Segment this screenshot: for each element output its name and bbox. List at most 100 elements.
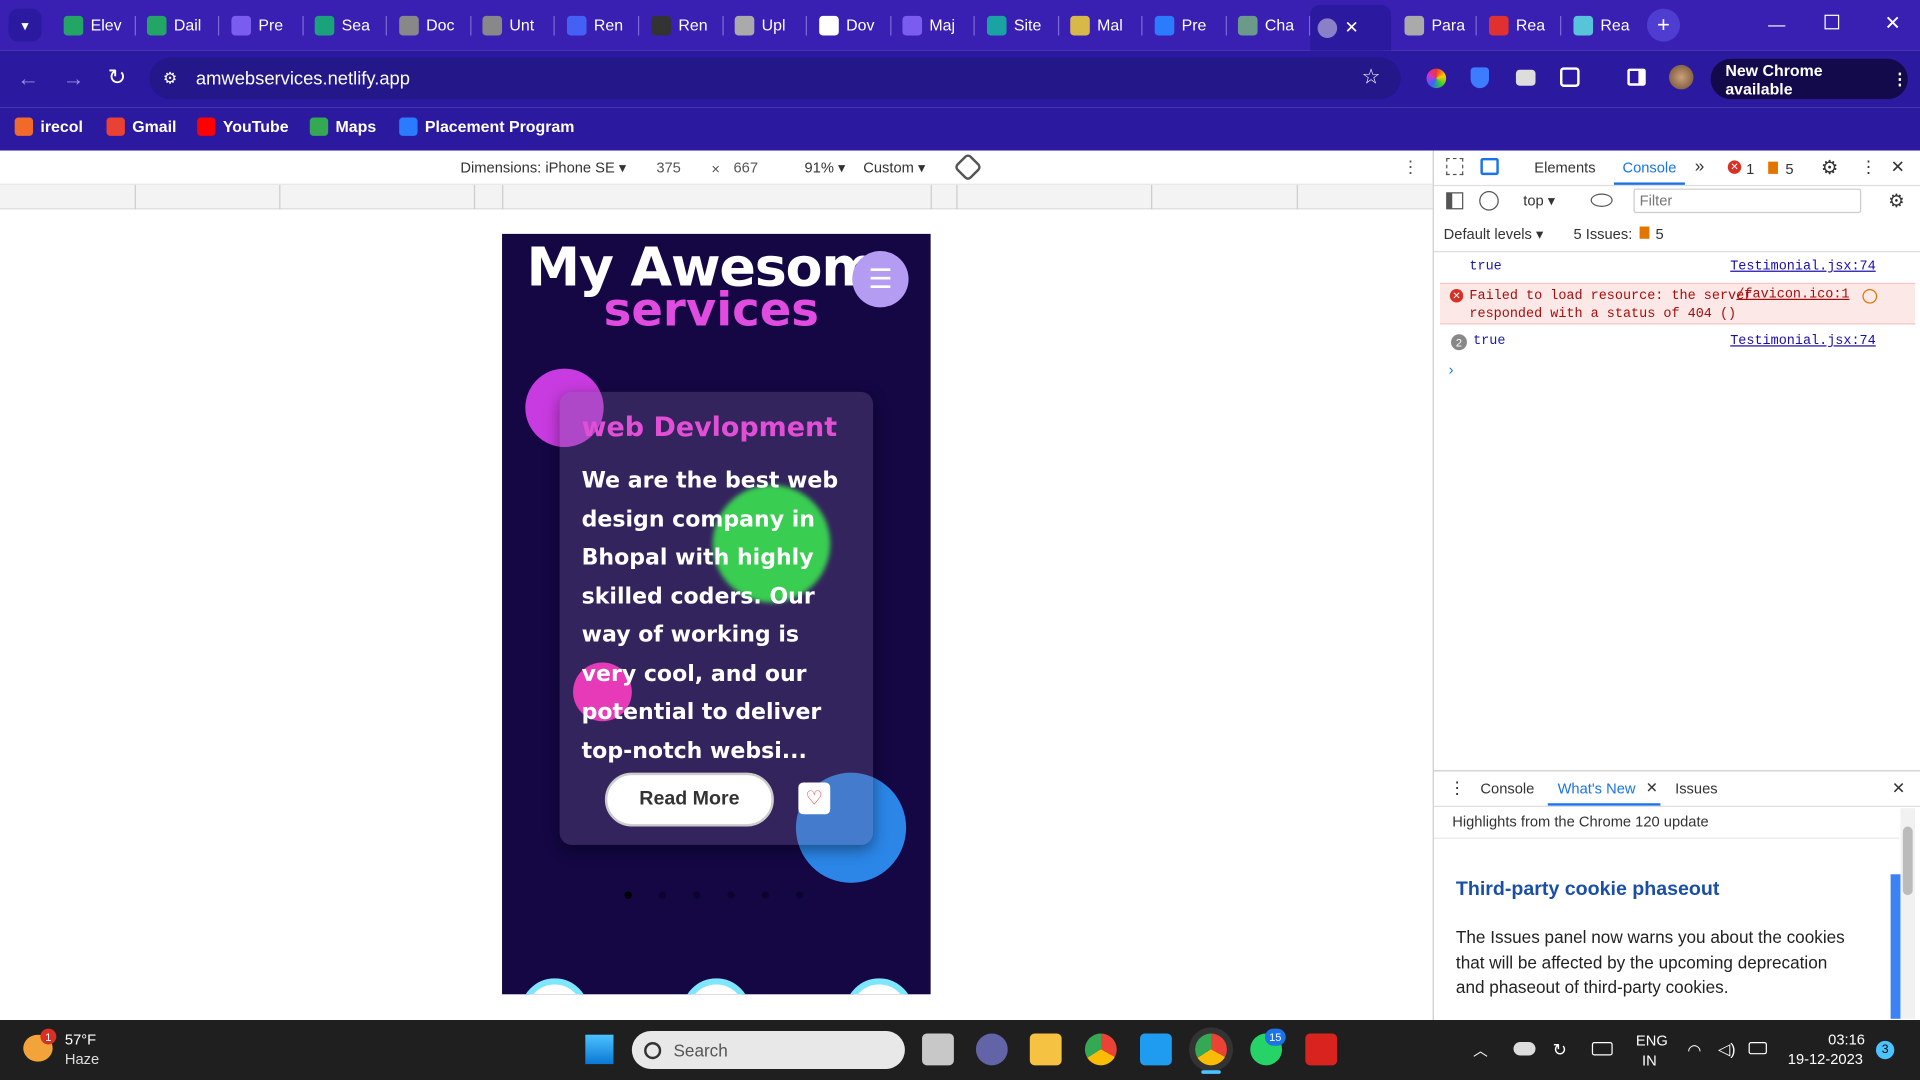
bookmark-item[interactable]: irecol (14, 115, 83, 137)
star-icon[interactable]: ☆ (1362, 65, 1381, 89)
inspect-icon[interactable] (1446, 157, 1464, 176)
drawer-close-icon[interactable]: ✕ (1892, 779, 1905, 799)
log-source-link[interactable]: Testimonial.jsx:74 (1730, 260, 1876, 275)
volume-icon[interactable]: ◁) (1718, 1040, 1736, 1060)
drawer-tab-issues[interactable]: Issues (1675, 780, 1717, 797)
menu-button[interactable]: ☰ (852, 251, 909, 308)
lang-primary[interactable]: ENG (1636, 1032, 1668, 1049)
issues-label[interactable]: 5 Issues: (1573, 225, 1632, 242)
tab-elements[interactable]: Elements (1534, 159, 1595, 176)
throttle-select[interactable]: Custom ▾ (863, 159, 925, 176)
clock-time[interactable]: 03:16 (1828, 1031, 1865, 1048)
zoom-select[interactable]: 91% ▾ (804, 159, 845, 176)
browser-tab[interactable]: Para (1397, 9, 1473, 42)
drawer-tab-console[interactable]: Console (1480, 780, 1534, 797)
browser-tab[interactable]: Unt (475, 9, 551, 42)
error-icon[interactable]: ✕ (1727, 160, 1742, 174)
cloud-icon[interactable] (1513, 1042, 1536, 1056)
shield-icon[interactable] (1470, 67, 1489, 89)
weather-temp[interactable]: 57°F (65, 1031, 96, 1048)
carousel-dot[interactable] (761, 891, 769, 899)
height-input[interactable]: 667 (733, 159, 758, 176)
new-tab-button[interactable]: + (1646, 8, 1681, 42)
notification-badge[interactable]: 3 (1875, 1040, 1895, 1060)
chevron-up-icon[interactable]: ︿ (1473, 1040, 1488, 1061)
device-mode-icon[interactable] (1480, 157, 1499, 176)
filter-input[interactable] (1633, 188, 1862, 214)
keyboard-icon[interactable] (1591, 1042, 1613, 1056)
browser-tab[interactable]: Dov (812, 9, 888, 42)
forward-icon[interactable]: → (62, 66, 84, 92)
side-panel-icon[interactable] (1627, 68, 1646, 86)
carousel-dot[interactable] (795, 891, 804, 899)
taskbar-search[interactable]: Search (631, 1031, 905, 1069)
device-more-icon[interactable]: ⋮ (1402, 157, 1419, 178)
tab-console[interactable]: Console (1622, 159, 1676, 176)
chrome-icon[interactable] (1084, 1033, 1117, 1066)
browser-tab[interactable]: Elev (56, 9, 132, 42)
context-select[interactable]: top ▾ (1523, 192, 1555, 209)
drawer-menu-icon[interactable]: ⋮ (1449, 778, 1466, 799)
tab-active[interactable]: ✕ (1310, 4, 1392, 51)
battery-icon[interactable] (1748, 1042, 1767, 1055)
back-icon[interactable]: ← (17, 66, 39, 92)
clear-console-icon[interactable] (1479, 191, 1499, 211)
windows-start-icon[interactable] (584, 1034, 614, 1065)
levels-select[interactable]: Default levels ▾ (1444, 225, 1544, 242)
browser-tab[interactable]: Ren (644, 9, 720, 42)
browser-tab[interactable]: Maj (895, 9, 971, 42)
minimize-button[interactable]: — (1768, 15, 1785, 35)
bookmark-item[interactable]: YouTube (197, 115, 289, 137)
width-input[interactable]: 375 (656, 159, 681, 176)
issue-flag-icon[interactable] (1768, 161, 1778, 174)
browser-tab[interactable]: Cha (1231, 9, 1307, 42)
browser-tab[interactable]: Upl (727, 9, 803, 42)
log-source-link[interactable]: Testimonial.jsx:74 (1730, 334, 1876, 349)
sync-icon[interactable]: ↻ (1553, 1040, 1567, 1061)
close-window-button[interactable]: ✕ (1885, 11, 1901, 35)
browser-tab[interactable]: Site (980, 9, 1056, 42)
carousel-dot[interactable] (658, 891, 667, 899)
clock-date[interactable]: 19-12-2023 (1788, 1051, 1863, 1068)
restore-button[interactable] (1824, 14, 1840, 30)
wifi-icon[interactable]: ◠ (1687, 1041, 1701, 1061)
folder-icon[interactable] (1029, 1033, 1062, 1066)
url-text[interactable]: amwebservices.netlify.app (196, 69, 410, 90)
new-chrome-button[interactable]: New Chrome available ⋮ (1710, 58, 1908, 100)
device-select[interactable]: Dimensions: iPhone SE ▾ (460, 159, 626, 176)
site-info-icon[interactable]: ⚙ (163, 69, 177, 89)
settings-icon[interactable]: ⚙ (1821, 156, 1839, 180)
close-icon[interactable]: ✕ (1345, 17, 1359, 38)
tab-search-button[interactable]: ▾ (8, 8, 42, 42)
vscode-icon[interactable] (1140, 1033, 1172, 1066)
browser-tab[interactable]: Ren (560, 9, 636, 42)
browser-tab[interactable]: Dail (140, 9, 216, 42)
avatar[interactable] (1668, 64, 1694, 90)
browser-tab[interactable]: Doc (392, 9, 468, 42)
bookmark-item[interactable]: Maps (309, 115, 376, 137)
carousel-dot[interactable] (624, 891, 632, 899)
scrollbar-thumb[interactable] (1902, 826, 1913, 896)
bookmark-item[interactable]: Placement Program (399, 115, 574, 137)
browser-tab[interactable]: Pre (224, 9, 300, 42)
browser-tab[interactable]: Sea (307, 9, 383, 42)
browser-tab[interactable]: Pre (1147, 9, 1223, 42)
network-icon[interactable] (1862, 288, 1878, 304)
heart-icon[interactable]: ♡ (798, 782, 831, 815)
console-prompt[interactable]: › (1449, 361, 1454, 378)
browser-tab[interactable]: Rea (1566, 9, 1642, 42)
acrobat-icon[interactable] (1305, 1033, 1338, 1066)
bookmark-item[interactable]: Gmail (106, 115, 176, 137)
teams-icon[interactable] (975, 1033, 1008, 1066)
carousel-dot[interactable] (727, 891, 735, 899)
devtools-menu-icon[interactable]: ⋮ (1860, 157, 1877, 178)
browser-tab[interactable]: Rea (1482, 9, 1558, 42)
extension-color-icon[interactable] (1426, 68, 1447, 89)
eye-icon[interactable] (1590, 193, 1613, 207)
camera-icon[interactable] (1515, 69, 1536, 86)
sidebar-toggle-icon[interactable] (1446, 192, 1464, 210)
chrome-active-icon[interactable] (1195, 1033, 1227, 1066)
devtools-close-icon[interactable]: ✕ (1891, 157, 1905, 178)
puzzle-icon[interactable] (1560, 67, 1580, 87)
reload-icon[interactable]: ↻ (108, 65, 126, 91)
